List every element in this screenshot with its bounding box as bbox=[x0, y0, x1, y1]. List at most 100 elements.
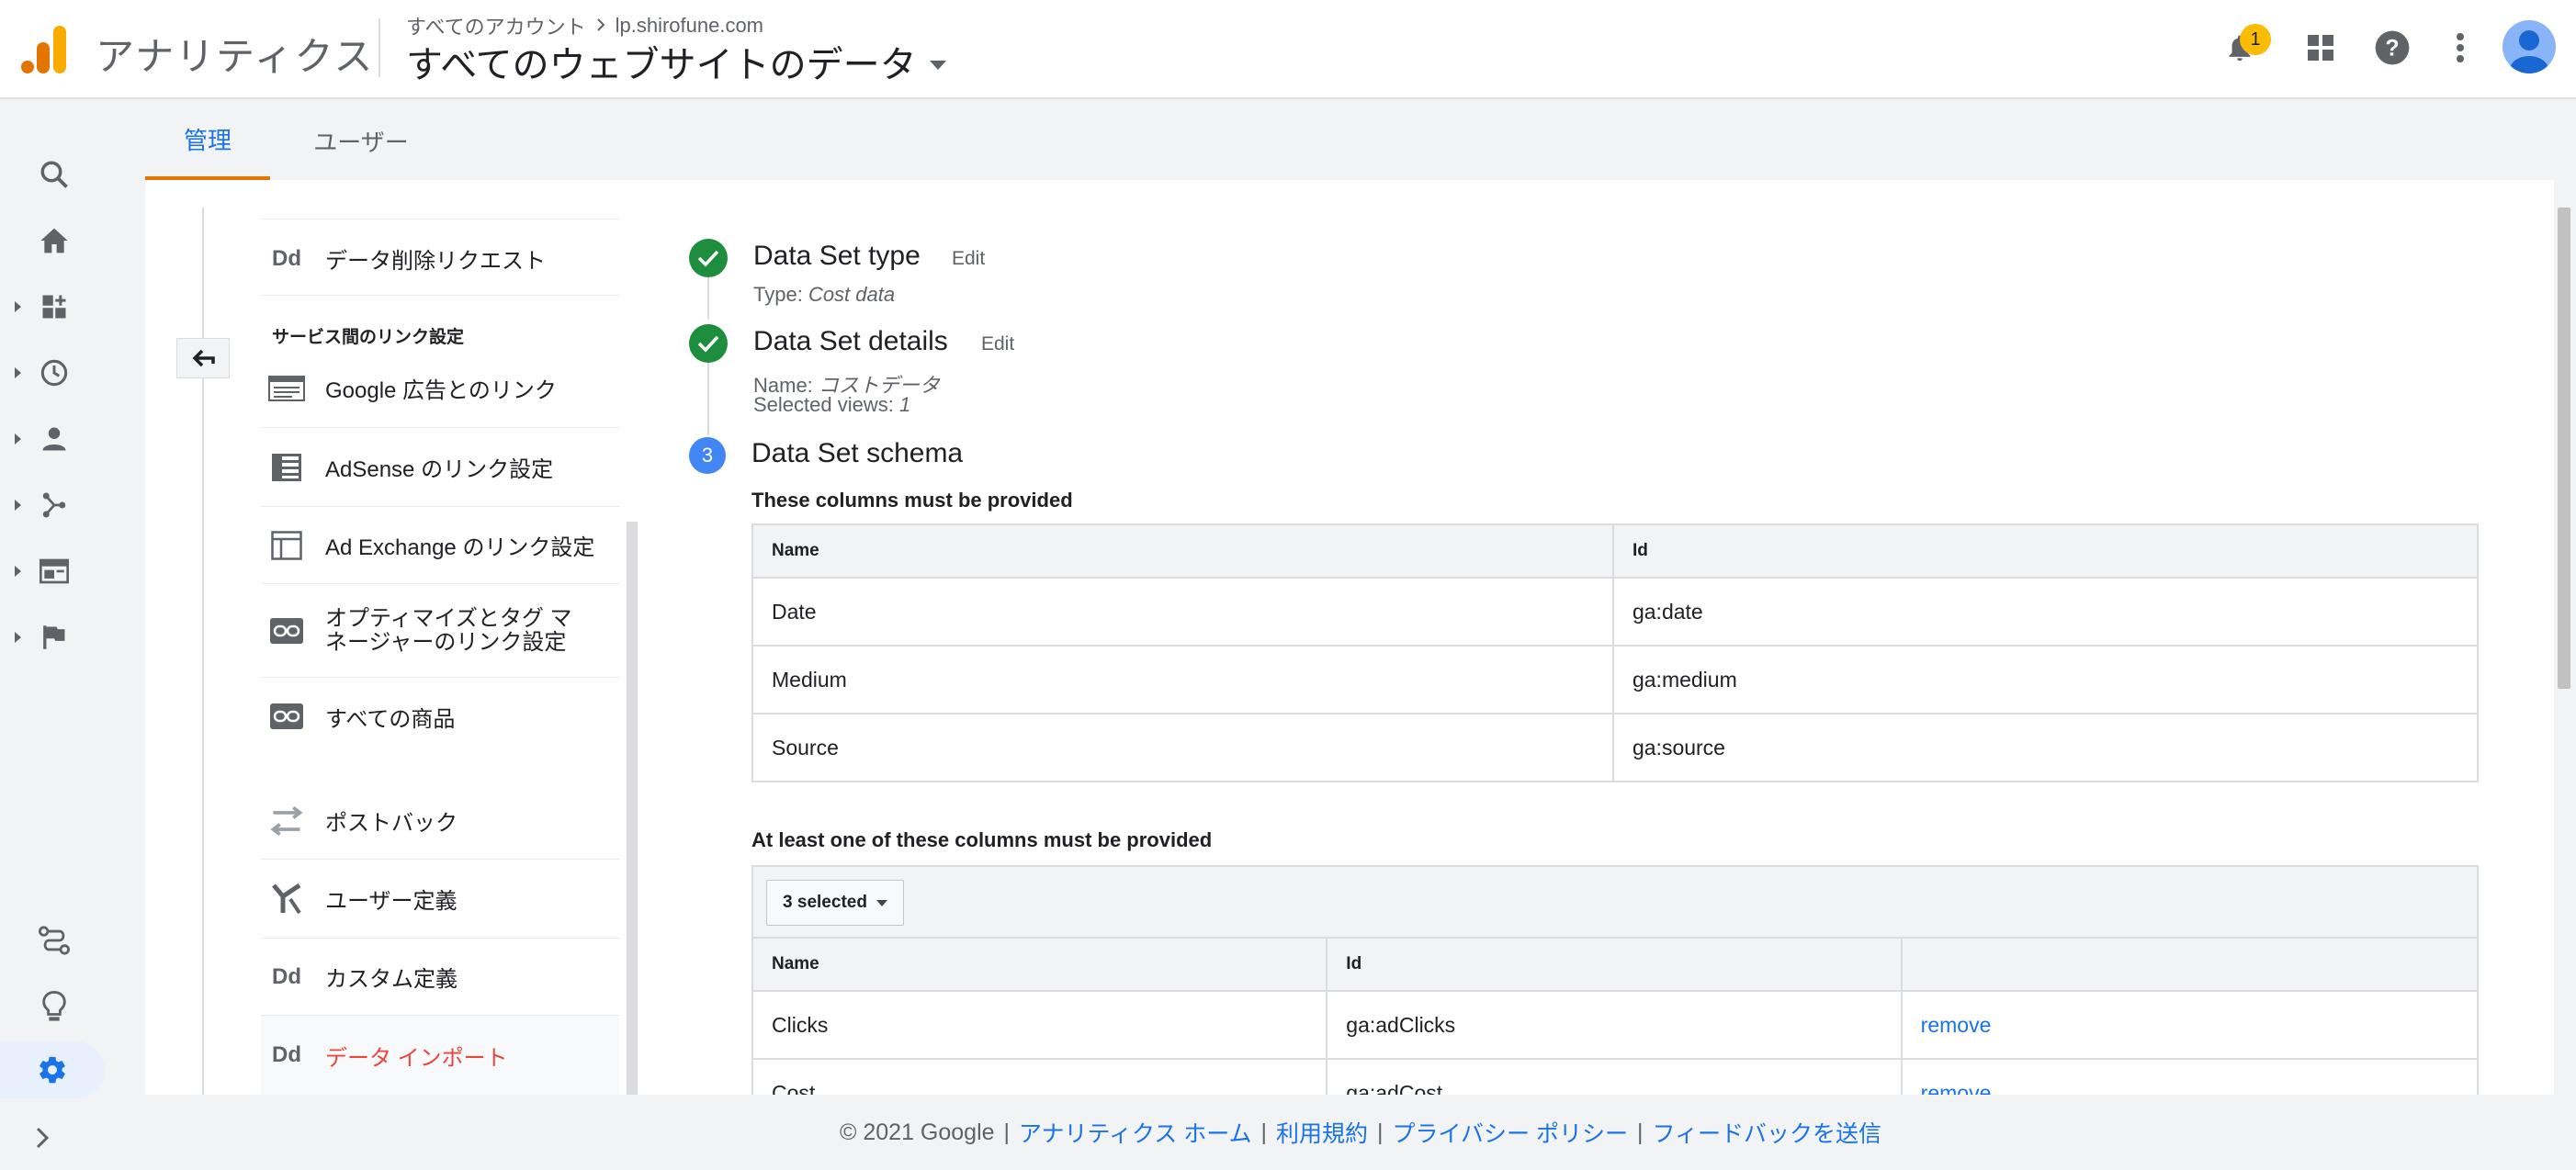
back-button[interactable] bbox=[176, 338, 230, 378]
step2-edit-link[interactable]: Edit bbox=[981, 333, 1014, 355]
svg-text:?: ? bbox=[2385, 35, 2399, 61]
clock-icon bbox=[40, 359, 68, 387]
expand-arrow-icon bbox=[15, 367, 21, 378]
app-header: アナリティクス すべてのアカウント lp.shirofune.com すべてのウ… bbox=[0, 0, 2576, 99]
required-columns-table: Name Id Date ga:date Medium ga:medium So… bbox=[751, 523, 2480, 782]
cell-id: ga:adCost bbox=[1326, 1058, 1903, 1095]
apps-button[interactable] bbox=[2297, 24, 2344, 72]
nav-item-label: すべての商品 bbox=[325, 706, 456, 732]
ads-icon bbox=[268, 375, 305, 401]
notification-badge: 1 bbox=[2240, 24, 2271, 55]
nav-item-ad-exchange[interactable]: Ad Exchange のリンク設定 bbox=[261, 507, 619, 584]
dd-icon: Dd bbox=[272, 963, 301, 989]
rail-behavior[interactable] bbox=[0, 546, 108, 597]
column-header-name: Name bbox=[751, 523, 1614, 579]
admin-tabs: 管理 ユーザー bbox=[145, 101, 2576, 180]
postback-icon bbox=[268, 803, 305, 839]
rail-attribution[interactable] bbox=[0, 915, 108, 966]
column-header-id: Id bbox=[1611, 523, 2480, 579]
table-row: Cost ga:adCost remove bbox=[751, 1058, 2480, 1096]
apps-grid-icon bbox=[2308, 35, 2333, 61]
rail-acquisition[interactable] bbox=[0, 479, 108, 531]
expand-arrow-icon bbox=[15, 301, 21, 312]
more-menu-button[interactable] bbox=[2436, 24, 2484, 72]
nav-item-label: Google 広告とのリンク bbox=[325, 378, 557, 403]
search-icon bbox=[40, 161, 68, 188]
table-header-row: Name Id bbox=[751, 937, 2480, 992]
footer-link-terms[interactable]: 利用規約 bbox=[1276, 1116, 1368, 1149]
footer-link-analytics-home[interactable]: アナリティクス ホーム bbox=[1019, 1116, 1251, 1149]
search-button[interactable] bbox=[0, 149, 108, 200]
cell-id: ga:medium bbox=[1611, 645, 2480, 714]
caret-down-icon bbox=[929, 61, 946, 70]
step2-title: Data Set details bbox=[753, 326, 948, 356]
lightbulb-icon bbox=[42, 991, 66, 1021]
rail-admin[interactable] bbox=[0, 1041, 105, 1098]
expand-arrow-icon bbox=[15, 433, 21, 444]
more-vert-icon bbox=[2457, 33, 2464, 62]
nav-item-label: カスタム定義 bbox=[325, 967, 458, 992]
table-header-row: Name Id bbox=[751, 523, 2480, 579]
separator: | bbox=[1636, 1119, 1644, 1145]
product-name: アナリティクス bbox=[96, 35, 375, 78]
separator: | bbox=[1260, 1119, 1268, 1145]
column-header-name: Name bbox=[751, 937, 1328, 992]
header-divider bbox=[378, 18, 380, 77]
home-icon bbox=[40, 228, 68, 253]
nav-item-user-definitions[interactable]: ユーザー定義 bbox=[261, 860, 619, 939]
rail-insights[interactable] bbox=[0, 981, 108, 1032]
cell-name: Cost bbox=[751, 1058, 1328, 1095]
nav-item-google-ads[interactable]: Google 広告とのリンク bbox=[261, 349, 619, 428]
gear-icon bbox=[40, 1056, 65, 1084]
remove-link[interactable]: remove bbox=[1921, 1013, 1992, 1037]
nav-section-label: サービス間のリンク設定 bbox=[272, 328, 465, 347]
step1-edit-link[interactable]: Edit bbox=[952, 248, 985, 270]
tab-admin[interactable]: 管理 bbox=[145, 101, 270, 180]
nav-item-label: ポストバック bbox=[325, 811, 458, 836]
acquisition-icon bbox=[42, 492, 66, 518]
optional-columns-heading: At least one of these columns must be pr… bbox=[751, 828, 1213, 851]
help-button[interactable]: ? bbox=[2368, 24, 2416, 72]
left-rail bbox=[0, 101, 108, 1170]
optional-columns-table: Name Id Clicks ga:adClicks remove Cost g… bbox=[751, 937, 2480, 1096]
cell-name: Date bbox=[751, 577, 1614, 647]
footer-link-privacy[interactable]: プライバシー ポリシー bbox=[1393, 1116, 1628, 1149]
rail-realtime[interactable] bbox=[0, 347, 108, 399]
web-page-icon bbox=[40, 558, 69, 584]
column-header-action bbox=[1900, 937, 2480, 992]
page-scrollbar-thumb[interactable] bbox=[2558, 208, 2570, 689]
rail-home[interactable] bbox=[0, 215, 108, 266]
nav-item-all-products[interactable]: すべての商品 bbox=[261, 678, 619, 755]
tab-user[interactable]: ユーザー bbox=[292, 101, 430, 180]
content-panel: Dd データ削除リクエスト サービス間のリンク設定 Google 広告とのリンク… bbox=[145, 180, 2576, 1095]
step-complete-check-icon bbox=[689, 324, 728, 363]
columns-select-dropdown[interactable]: 3 selected bbox=[766, 880, 904, 926]
footer-link-feedback[interactable]: フィードバックを送信 bbox=[1652, 1116, 1881, 1149]
rail-audience[interactable] bbox=[0, 413, 108, 465]
view-name[interactable]: すべてのウェブサイトのデータ bbox=[406, 35, 917, 88]
views-label: Selected views: bbox=[753, 393, 894, 416]
caret-down-icon bbox=[876, 899, 887, 906]
nav-item-optimize-tag-manager[interactable]: オプティマイズとタグ マネージャーのリンク設定 bbox=[261, 584, 619, 678]
avatar[interactable] bbox=[2503, 20, 2556, 73]
analytics-logo[interactable] bbox=[20, 24, 68, 75]
notifications-button[interactable]: 1 bbox=[2216, 24, 2271, 72]
back-arrow-icon bbox=[192, 349, 215, 367]
view-selector[interactable]: すべてのウェブサイトのデータ bbox=[406, 35, 946, 88]
separator: | bbox=[1377, 1119, 1384, 1145]
nav-item-data-deletion[interactable]: Dd データ削除リクエスト bbox=[261, 222, 619, 296]
cell-id: ga:adClicks bbox=[1326, 990, 1903, 1060]
rail-conversions[interactable] bbox=[0, 612, 108, 663]
dashboard-icon bbox=[42, 295, 66, 319]
nav-item-adsense[interactable]: AdSense のリンク設定 bbox=[261, 428, 619, 507]
nav-item-postback[interactable]: ポストバック bbox=[261, 782, 619, 860]
rail-customization[interactable] bbox=[0, 281, 108, 332]
remove-link[interactable]: remove bbox=[1921, 1081, 1992, 1096]
nav-scrollbar[interactable] bbox=[627, 522, 638, 1095]
nav-item-custom-definitions[interactable]: Dd カスタム定義 bbox=[261, 939, 619, 1016]
cell-id: ga:date bbox=[1611, 577, 2480, 647]
nav-item-data-import[interactable]: Dd データ インポート bbox=[261, 1016, 619, 1095]
step3-number: 3 bbox=[689, 437, 726, 474]
expand-rail-button[interactable] bbox=[35, 1126, 50, 1154]
attribution-icon bbox=[39, 926, 70, 955]
